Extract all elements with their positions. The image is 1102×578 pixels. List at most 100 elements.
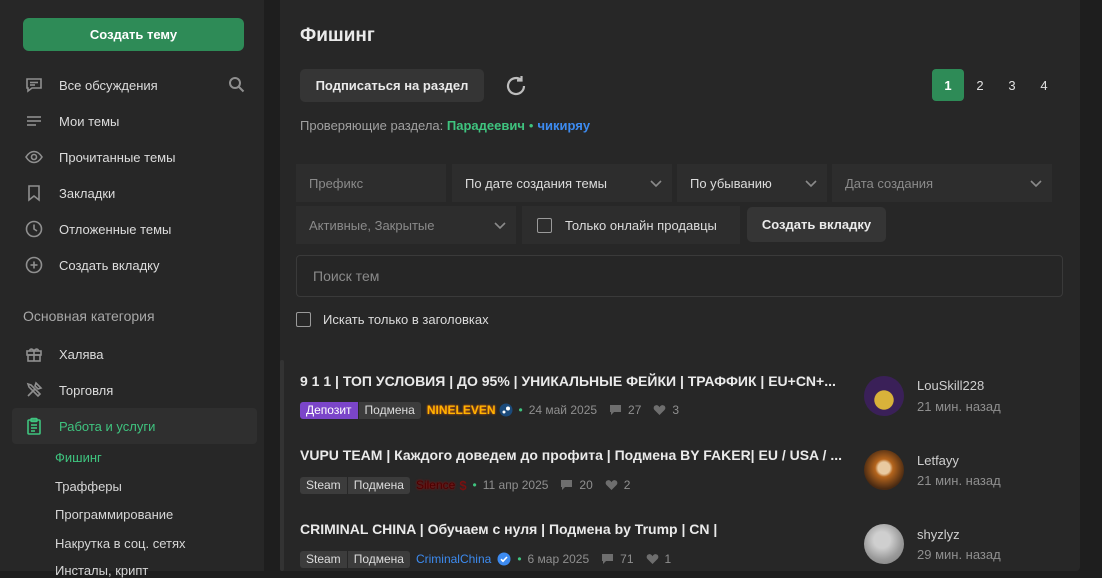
online-sellers-toggle[interactable]: Только онлайн продавцы bbox=[522, 206, 740, 244]
subcategory-social-boost[interactable]: Накрутка в соц. сетях bbox=[55, 536, 186, 551]
order-value: По убыванию bbox=[690, 175, 772, 191]
lines-icon bbox=[23, 110, 45, 132]
thread-author[interactable]: Silence bbox=[416, 478, 455, 492]
last-post-time: 21 мин. назад bbox=[917, 473, 1001, 488]
prefix-tag[interactable]: Подмена bbox=[358, 401, 421, 419]
thread-meta: Steam Подмена Silence $ • 11 апр 2025 20… bbox=[300, 476, 630, 494]
moderators-label: Проверяющие раздела: bbox=[300, 118, 444, 133]
eye-icon bbox=[23, 146, 45, 168]
status-select[interactable]: Активные, Закрытые bbox=[296, 206, 516, 244]
sidebar: Создать тему Все обсуждения Мои темы Про… bbox=[0, 0, 264, 578]
tools-icon bbox=[23, 379, 45, 401]
search-input[interactable]: Поиск тем bbox=[296, 255, 1063, 297]
gift-icon bbox=[23, 343, 45, 365]
prefix-tag[interactable]: Подмена bbox=[347, 476, 410, 494]
comment-icon bbox=[610, 405, 622, 415]
thread-title[interactable]: 9 1 1 | ТОП УСЛОВИЯ | ДО 95% | УНИКАЛЬНЫ… bbox=[300, 373, 836, 389]
prefix-tag[interactable]: Steam bbox=[300, 550, 347, 568]
sidebar-item-trading[interactable]: Торговля bbox=[23, 375, 253, 405]
moderator-link[interactable]: Парадеевич bbox=[447, 118, 525, 133]
likes-count: 2 bbox=[605, 478, 630, 492]
prefix-tag[interactable]: Подмена bbox=[347, 550, 410, 568]
prefix-tag[interactable]: Депозит bbox=[300, 401, 358, 419]
thread-author[interactable]: CriminalChina bbox=[416, 552, 491, 566]
page-2[interactable]: 2 bbox=[964, 69, 996, 101]
thread-meta: Депозит Подмена NINELEVEN • 24 май 2025 … bbox=[300, 401, 679, 419]
sidebar-item-label: Закладки bbox=[59, 185, 116, 201]
page-1[interactable]: 1 bbox=[932, 69, 964, 101]
create-thread-button[interactable]: Создать тему bbox=[23, 18, 244, 51]
sidebar-item-create-tab[interactable]: Создать вкладку bbox=[23, 250, 253, 280]
clipboard-icon bbox=[23, 415, 45, 437]
search-icon[interactable] bbox=[228, 76, 245, 98]
likes-count: 1 bbox=[646, 552, 671, 566]
create-tab-button[interactable]: Создать вкладку bbox=[747, 207, 886, 242]
date-filter[interactable]: Дата создания bbox=[832, 164, 1052, 202]
clock-icon bbox=[23, 218, 45, 240]
heart-icon bbox=[605, 480, 618, 490]
replies-count: 20 bbox=[560, 478, 593, 492]
chevron-down-icon bbox=[805, 177, 817, 192]
thread-date: 11 апр 2025 bbox=[482, 478, 549, 492]
sidebar-item-bookmarks[interactable]: Закладки bbox=[23, 178, 253, 208]
last-poster-name[interactable]: LouSkill228 bbox=[917, 378, 984, 393]
thread-title[interactable]: CRIMINAL CHINA | Обучаем с нуля | Подмен… bbox=[300, 521, 717, 537]
replies-count: 71 bbox=[601, 552, 634, 566]
refresh-icon[interactable] bbox=[503, 73, 529, 104]
only-titles-label: Искать только в заголовках bbox=[323, 312, 489, 327]
scrollbar[interactable] bbox=[280, 360, 284, 571]
verified-icon bbox=[497, 552, 511, 566]
thread-title[interactable]: VUPU TEAM | Каждого доведем до профита |… bbox=[300, 447, 842, 463]
chevron-down-icon bbox=[650, 177, 662, 192]
thread-date: 24 май 2025 bbox=[528, 403, 598, 417]
only-titles-toggle[interactable]: Искать только в заголовках bbox=[296, 312, 489, 327]
thread-author[interactable]: NINELEVEN bbox=[427, 403, 496, 417]
chevron-down-icon bbox=[1030, 177, 1042, 192]
avatar[interactable] bbox=[864, 376, 904, 416]
last-post-time: 21 мин. назад bbox=[917, 399, 1001, 414]
page-3[interactable]: 3 bbox=[996, 69, 1028, 101]
heart-icon bbox=[654, 405, 666, 415]
sidebar-item-read-threads[interactable]: Прочитанные темы bbox=[23, 142, 253, 172]
sidebar-item-label: Все обсуждения bbox=[59, 77, 158, 93]
sort-by-select[interactable]: По дате создания темы bbox=[452, 164, 672, 202]
subscribe-button[interactable]: Подписаться на раздел bbox=[300, 69, 484, 102]
page-4[interactable]: 4 bbox=[1028, 69, 1060, 101]
sidebar-item-label: Торговля bbox=[59, 382, 114, 398]
heart-icon bbox=[646, 554, 658, 564]
page-title: Фишинг bbox=[300, 25, 375, 46]
subcategory-programming[interactable]: Программирование bbox=[55, 507, 173, 522]
sidebar-item-label: Отложенные темы bbox=[59, 221, 172, 237]
online-sellers-label: Только онлайн продавцы bbox=[565, 217, 717, 233]
last-poster-name[interactable]: Letfayy bbox=[917, 453, 959, 468]
comment-icon bbox=[602, 554, 614, 564]
plus-circle-icon bbox=[23, 254, 45, 276]
bookmark-icon bbox=[23, 182, 45, 204]
sidebar-item-postponed[interactable]: Отложенные темы bbox=[23, 214, 253, 244]
moderator-link[interactable]: чикиряу bbox=[537, 118, 590, 133]
avatar[interactable] bbox=[864, 524, 904, 564]
sidebar-item-work-services[interactable]: Работа и услуги bbox=[23, 411, 253, 441]
date-placeholder: Дата создания bbox=[845, 175, 934, 191]
prefix-filter[interactable]: Префикс bbox=[296, 164, 446, 202]
sort-by-value: По дате создания темы bbox=[465, 175, 607, 191]
order-select[interactable]: По убыванию bbox=[677, 164, 827, 202]
sidebar-item-label: Мои темы bbox=[59, 113, 120, 129]
checkbox[interactable] bbox=[537, 217, 552, 233]
sidebar-item-label: Создать вкладку bbox=[59, 257, 160, 273]
sidebar-item-all-discussions[interactable]: Все обсуждения bbox=[23, 70, 253, 100]
subcategory-traffers[interactable]: Трафферы bbox=[55, 479, 122, 494]
checkbox[interactable] bbox=[296, 312, 311, 327]
comment-icon bbox=[561, 480, 573, 490]
sidebar-item-freebies[interactable]: Халява bbox=[23, 339, 253, 369]
prefix-tag[interactable]: Steam bbox=[300, 476, 347, 494]
sidebar-item-my-threads[interactable]: Мои темы bbox=[23, 106, 253, 136]
subcategory-phishing[interactable]: Фишинг bbox=[55, 450, 102, 465]
steam-icon bbox=[499, 403, 513, 417]
chevron-down-icon bbox=[494, 219, 506, 234]
dollar-icon: $ bbox=[459, 477, 467, 493]
sidebar-item-label: Халява bbox=[59, 346, 104, 362]
avatar[interactable] bbox=[864, 450, 904, 490]
last-poster-name[interactable]: shyzlyz bbox=[917, 527, 960, 542]
category-title: Основная категория bbox=[23, 308, 155, 324]
